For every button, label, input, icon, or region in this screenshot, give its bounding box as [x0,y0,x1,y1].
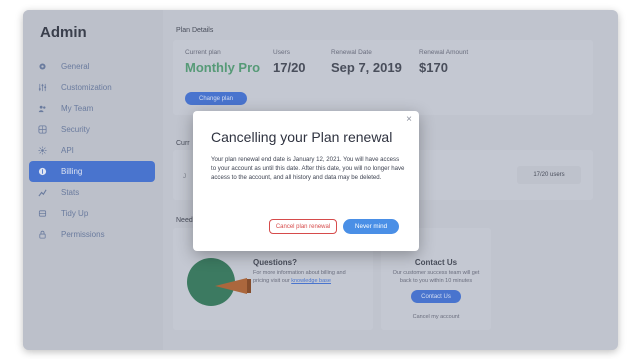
dialog-title: Cancelling your Plan renewal [211,129,393,145]
dialog-actions: Cancel plan renewal Never mind [193,219,419,235]
never-mind-button[interactable]: Never mind [343,219,399,234]
cancel-renewal-dialog: × Cancelling your Plan renewal Your plan… [193,111,419,251]
close-icon[interactable]: × [406,115,412,125]
cancel-plan-renewal-button[interactable]: Cancel plan renewal [269,219,337,234]
dialog-body: Your plan renewal end date is January 12… [211,156,405,181]
